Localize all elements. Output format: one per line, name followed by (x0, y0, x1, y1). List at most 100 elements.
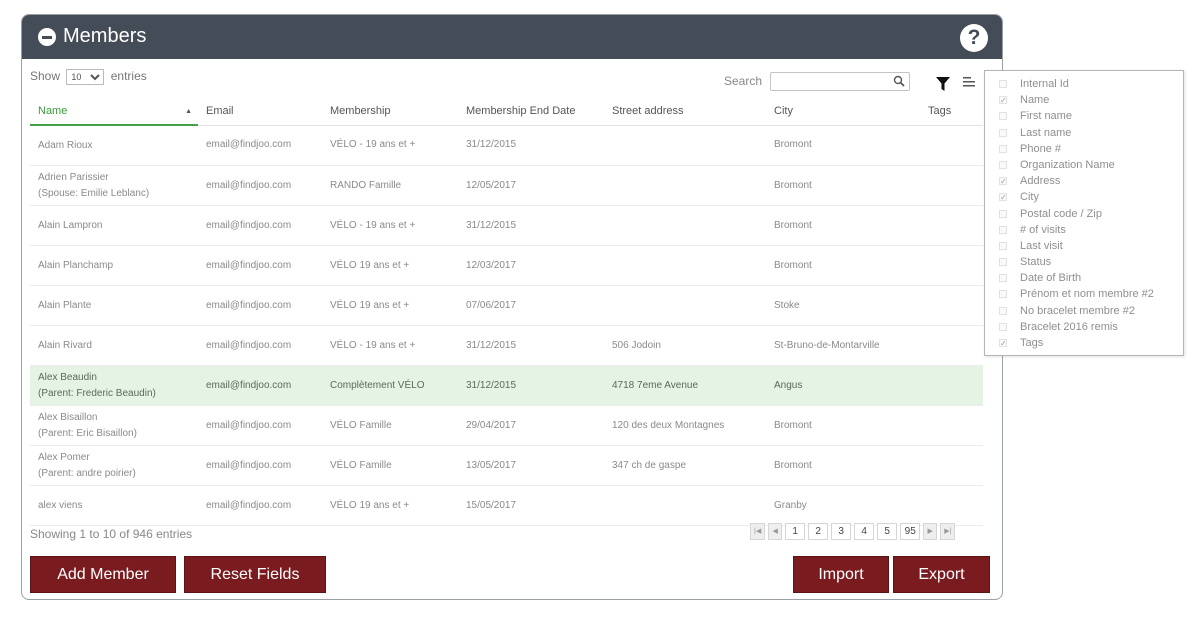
column-checkbox[interactable] (999, 306, 1007, 315)
column-header-city[interactable]: City (766, 97, 920, 126)
cell-tags (920, 405, 983, 446)
member-name: Alex Pomer (38, 451, 90, 463)
column-option[interactable]: # of visits (985, 222, 1183, 238)
column-checkbox[interactable] (999, 336, 1007, 352)
member-name: alex viens (38, 499, 83, 511)
sort-asc-icon: ▲ (185, 108, 192, 115)
column-header-membership[interactable]: Membership (322, 97, 458, 126)
column-checkbox[interactable] (999, 258, 1007, 267)
first-page-button[interactable]: |◀ (750, 523, 766, 540)
column-option[interactable]: Phone # (985, 141, 1183, 157)
add-member-button[interactable]: Add Member (30, 556, 176, 593)
cell-tags (920, 165, 983, 206)
member-relation: (Parent: Frederic Beaudin) (38, 387, 156, 399)
table-row[interactable]: Alex Beaudin (Parent: Frederic Beaudin) e… (30, 365, 983, 406)
column-checkbox[interactable] (999, 290, 1007, 299)
column-option[interactable]: Internal Id (985, 76, 1183, 92)
column-checkbox[interactable] (999, 241, 1007, 250)
columns-toggle-icon[interactable] (963, 76, 975, 88)
prev-page-button[interactable]: ◀ (768, 523, 783, 540)
entries-select[interactable]: 10 (66, 69, 105, 85)
export-button[interactable]: Export (893, 556, 990, 593)
column-checkbox[interactable] (999, 209, 1007, 218)
cell-end-date: 31/12/2015 (458, 365, 604, 406)
collapse-icon[interactable] (38, 28, 56, 46)
table-row[interactable]: Adam Rioux email@findjoo.com VÉLO - 19 a… (30, 125, 983, 166)
filter-icon[interactable] (936, 77, 950, 91)
column-option[interactable]: Last visit (985, 238, 1183, 254)
cell-city: Granby (766, 485, 920, 526)
table-row[interactable]: Alain Planchamp email@findjoo.com VÉLO 1… (30, 245, 983, 286)
column-option[interactable]: City (985, 189, 1183, 206)
column-checkbox[interactable] (999, 144, 1007, 153)
next-page-button[interactable]: ▶ (923, 523, 938, 540)
column-checkbox[interactable] (999, 190, 1007, 206)
member-name: Adam Rioux (38, 139, 93, 151)
cell-tags (920, 485, 983, 526)
table-row[interactable]: Adrien Parissier (Spouse: Emilie Leblanc)… (30, 165, 983, 206)
column-checkbox[interactable] (999, 128, 1007, 137)
column-header-name[interactable]: Name ▲ (30, 97, 198, 126)
page-button-2[interactable]: 2 (808, 523, 829, 540)
cell-city: Bromont (766, 205, 920, 246)
column-option-label: Status (1020, 256, 1052, 269)
column-option[interactable]: Date of Birth (985, 270, 1183, 286)
cell-end-date: 12/05/2017 (458, 165, 604, 206)
member-name: Alex Bisaillon (38, 411, 98, 423)
member-name: Alex Beaudin (38, 371, 97, 383)
cell-end-date: 29/04/2017 (458, 405, 604, 446)
cell-membership: VÉLO - 19 ans et + (322, 205, 458, 246)
search-icon[interactable] (893, 75, 905, 87)
cell-end-date: 31/12/2015 (458, 325, 604, 366)
page-button-4[interactable]: 4 (854, 523, 875, 540)
column-option[interactable]: Postal code / Zip (985, 206, 1183, 222)
column-header-street[interactable]: Street address (604, 97, 766, 126)
cell-name: Alain Lampron (30, 205, 198, 246)
column-checkbox[interactable] (999, 93, 1007, 109)
column-option[interactable]: First name (985, 108, 1183, 124)
table-row[interactable]: Alain Rivard email@findjoo.com VÉLO - 19… (30, 325, 983, 366)
cell-name: Alain Planchamp (30, 245, 198, 286)
column-option[interactable]: Address (985, 173, 1183, 190)
page-button-3[interactable]: 3 (831, 523, 852, 540)
cell-membership: VÉLO Famille (322, 445, 458, 486)
column-checkbox[interactable] (999, 225, 1007, 234)
table-row[interactable]: alex viens email@findjoo.com VÉLO 19 ans… (30, 485, 983, 526)
column-checkbox[interactable] (999, 80, 1007, 88)
column-checkbox[interactable] (999, 160, 1007, 169)
column-checkbox[interactable] (999, 112, 1007, 121)
table-row[interactable]: Alain Plante email@findjoo.com VÉLO 19 a… (30, 285, 983, 326)
table-row[interactable]: Alain Lampron email@findjoo.com VÉLO - 1… (30, 205, 983, 246)
column-option[interactable]: Prénom et nom membre #2 (985, 286, 1183, 302)
column-checkbox[interactable] (999, 274, 1007, 283)
column-option-label: Phone # (1020, 142, 1061, 155)
column-checkbox[interactable] (999, 174, 1007, 190)
column-option[interactable]: Last name (985, 125, 1183, 141)
last-page-button[interactable]: ▶| (940, 523, 956, 540)
help-icon[interactable]: ? (960, 24, 988, 52)
page-button-5[interactable]: 5 (877, 523, 898, 540)
reset-fields-button[interactable]: Reset Fields (184, 556, 326, 593)
cell-name: Alex Bisaillon (Parent: Eric Bisaillon) (30, 405, 198, 446)
column-option[interactable]: Tags (985, 335, 1183, 352)
search-input[interactable] (770, 72, 910, 91)
cell-email: email@findjoo.com (198, 165, 322, 206)
column-option[interactable]: Status (985, 254, 1183, 270)
column-checkbox[interactable] (999, 322, 1007, 331)
cell-city: Bromont (766, 445, 920, 486)
table-row[interactable]: Alex Bisaillon (Parent: Eric Bisaillon) e… (30, 405, 983, 446)
column-option[interactable]: Organization Name (985, 157, 1183, 173)
import-button[interactable]: Import (793, 556, 889, 593)
column-option[interactable]: Bracelet 2016 remis (985, 319, 1183, 335)
page-button-1[interactable]: 1 (785, 523, 806, 540)
column-header-end-date[interactable]: Membership End Date (458, 97, 604, 126)
column-option-label: Last name (1020, 126, 1072, 139)
column-option[interactable]: No bracelet membre #2 (985, 303, 1183, 319)
members-panel: Members ? Show 10 entries Search Name ▲ E… (21, 14, 1003, 600)
column-header-email[interactable]: Email (198, 97, 322, 126)
column-option-label: City (1020, 191, 1039, 204)
column-option[interactable]: Name (985, 92, 1183, 109)
page-button-95[interactable]: 95 (900, 523, 921, 540)
column-header-tags[interactable]: Tags (920, 97, 983, 126)
table-row[interactable]: Alex Pomer (Parent: andre poirier) email@… (30, 445, 983, 486)
